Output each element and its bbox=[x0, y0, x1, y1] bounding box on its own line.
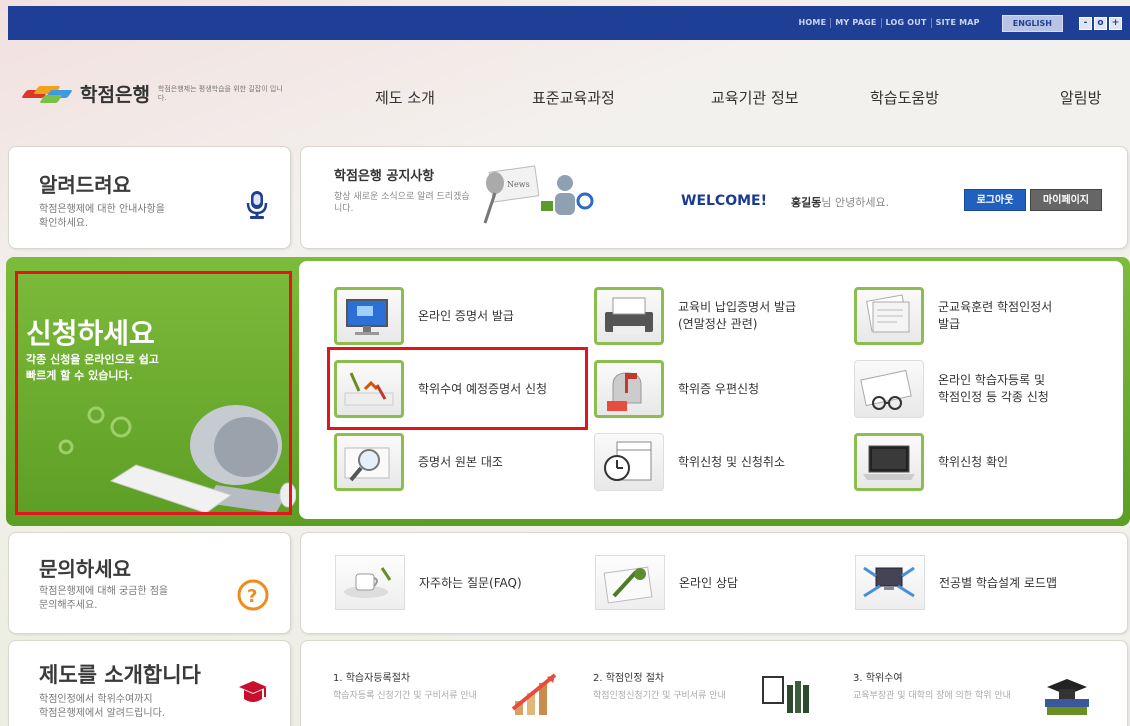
home-link[interactable]: HOME bbox=[795, 18, 832, 28]
step-degree-conferral[interactable]: 3. 학위수여 교육부장관 및 대학의 장에 의한 학위 안내 bbox=[853, 669, 1013, 703]
service-label: 증명서 원본 대조 bbox=[418, 454, 503, 469]
books-icon bbox=[762, 676, 809, 713]
service-diploma-mail[interactable]: 학위증 우편신청 bbox=[594, 360, 759, 418]
service-label: 군교육훈련 학점인정서 발급 bbox=[938, 300, 1053, 331]
welcome-message: 홍길동님 안녕하세요. bbox=[791, 194, 889, 210]
intro-card[interactable]: 제도를 소개합니다 학점인정에서 학위수여까지 학점은행제에서 알려드립니다. bbox=[8, 640, 291, 726]
service-learner-registration[interactable]: 온라인 학습자등록 및 학점인정 등 각종 신청 bbox=[854, 360, 1049, 418]
online-consult-link[interactable]: 온라인 상담 bbox=[595, 555, 738, 610]
service-online-certificate[interactable]: 온라인 증명서 발급 bbox=[334, 287, 514, 345]
step-desc: 학습자등록 신청기간 및 구비서류 안내 bbox=[333, 691, 477, 701]
contact-card-title: 문의하세요 bbox=[39, 557, 131, 581]
svg-text:News: News bbox=[507, 180, 530, 189]
pen-paper-icon bbox=[595, 555, 665, 610]
graduation-books-icon bbox=[1045, 679, 1089, 715]
document-glasses-icon bbox=[854, 360, 924, 418]
mypage-link[interactable]: MY PAGE bbox=[831, 18, 882, 28]
calendar-clock-icon bbox=[594, 433, 664, 491]
notice-card[interactable]: 알려드려요 학점은행제에 대한 안내사항을 확인하세요. bbox=[8, 146, 291, 249]
step-desc: 교육부장관 및 대학의 장에 의한 학위 안내 bbox=[853, 691, 1011, 701]
nav-learning-help[interactable]: 학습도움방 bbox=[870, 87, 939, 108]
contact-card[interactable]: 문의하세요 학점은행제에 대해 궁금한 점을 문의해주세요. ? bbox=[8, 532, 291, 634]
step-learner-registration[interactable]: 1. 학습자등록절차 학습자등록 신청기간 및 구비서류 안내 bbox=[333, 669, 493, 703]
utility-links: HOME MY PAGE LOG OUT SITE MAP bbox=[795, 18, 984, 28]
top-utility-bar: HOME MY PAGE LOG OUT SITE MAP ENGLISH - … bbox=[8, 6, 1130, 40]
zoom-out-icon[interactable]: - bbox=[1079, 16, 1092, 30]
printer-icon bbox=[594, 287, 664, 345]
welcome-heading: WELCOME! bbox=[681, 193, 767, 209]
zoom-reset-icon[interactable]: o bbox=[1094, 16, 1107, 30]
notice-card-desc-1: 학점은행제에 대한 안내사항을 bbox=[39, 204, 165, 215]
service-degree-check[interactable]: 학위신청 확인 bbox=[854, 433, 1008, 491]
logout-link[interactable]: LOG OUT bbox=[882, 18, 932, 28]
mypage-button[interactable]: 마이페이지 bbox=[1030, 189, 1102, 211]
step-credit-recognition[interactable]: 2. 학점인정 절차 학점인정신청기간 및 구비서류 안내 bbox=[593, 669, 753, 703]
monitor-icon bbox=[334, 287, 404, 345]
service-label: 온라인 학습자등록 및 학점인정 등 각종 신청 bbox=[938, 373, 1049, 404]
nav-system-intro[interactable]: 제도 소개 bbox=[375, 87, 435, 108]
faq-label: 자주하는 질문(FAQ) bbox=[419, 576, 522, 590]
network-computer-icon bbox=[855, 555, 925, 610]
notice-card-desc-2: 확인하세요. bbox=[39, 218, 89, 229]
service-degree-application[interactable]: 학위신청 및 신청취소 bbox=[594, 433, 785, 491]
highlight-degree-expected-box bbox=[327, 347, 588, 430]
intro-card-title: 제도를 소개합니다 bbox=[39, 663, 201, 687]
step-desc: 학점인정신청기간 및 구비서류 안내 bbox=[593, 691, 726, 701]
microphone-icon bbox=[246, 191, 268, 219]
logout-button[interactable]: 로그아웃 bbox=[964, 189, 1026, 211]
intro-card-desc-1: 학점인정에서 학위수여까지 bbox=[39, 694, 153, 705]
growth-chart-icon bbox=[511, 673, 557, 715]
notice-card-title: 알려드려요 bbox=[39, 173, 131, 197]
service-label: 학위증 우편신청 bbox=[678, 381, 760, 396]
roadmap-label: 전공별 학습설계 로드맵 bbox=[939, 576, 1058, 590]
announcement-card: 학점은행 공지사항 항상 새로운 소식으로 알려 드리겠습니다. News WE… bbox=[300, 146, 1128, 249]
nav-institution-info[interactable]: 교육기관 정보 bbox=[711, 87, 799, 108]
intro-card-desc-2: 학점은행제에서 알려드립니다. bbox=[39, 708, 165, 719]
step-title: 3. 학위수여 bbox=[853, 673, 903, 684]
magnifier-icon bbox=[334, 433, 404, 491]
announcement-desc: 항상 새로운 소식으로 알려 드리겠습니다. bbox=[334, 192, 470, 214]
nav-notice[interactable]: 알림방 bbox=[1060, 87, 1101, 108]
announcement-title[interactable]: 학점은행 공지사항 bbox=[334, 165, 434, 184]
step-title: 1. 학습자등록절차 bbox=[333, 673, 411, 684]
contact-card-desc-2: 문의해주세요. bbox=[39, 600, 98, 611]
intro-steps-card: 1. 학습자등록절차 학습자등록 신청기간 및 구비서류 안내 2. 학점인정 … bbox=[300, 640, 1128, 726]
service-military-credit[interactable]: 군교육훈련 학점인정서 발급 bbox=[854, 287, 1052, 345]
coffee-cup-icon bbox=[335, 555, 405, 610]
svg-text:?: ? bbox=[247, 586, 257, 607]
highlight-apply-box bbox=[15, 271, 292, 515]
english-button[interactable]: ENGLISH bbox=[1001, 14, 1063, 32]
service-label: 교육비 납입증명서 발급 (연말정산 관련) bbox=[678, 300, 797, 331]
graduation-cap-icon bbox=[239, 681, 267, 702]
service-label: 온라인 증명서 발급 bbox=[418, 308, 514, 323]
step-title: 2. 학점인정 절차 bbox=[593, 673, 665, 684]
user-name: 홍길동 bbox=[791, 196, 822, 209]
zoom-in-icon[interactable]: + bbox=[1109, 16, 1122, 30]
service-tuition-receipt[interactable]: 교육비 납입증명서 발급 (연말정산 관련) bbox=[594, 287, 796, 345]
main-navigation: 제도 소개 표준교육과정 교육기관 정보 학습도움방 알림방 bbox=[0, 87, 1130, 107]
news-microphone-icon: News bbox=[483, 165, 594, 224]
faq-link[interactable]: 자주하는 질문(FAQ) bbox=[335, 555, 522, 610]
sitemap-link[interactable]: SITE MAP bbox=[932, 18, 984, 28]
contact-links-card: 자주하는 질문(FAQ) 온라인 상담 전공별 학습설계 로드맵 bbox=[300, 532, 1128, 634]
documents-icon bbox=[854, 287, 924, 345]
nav-standard-curriculum[interactable]: 표준교육과정 bbox=[532, 87, 615, 108]
roadmap-link[interactable]: 전공별 학습설계 로드맵 bbox=[855, 555, 1057, 610]
contact-card-desc-1: 학점은행제에 대해 궁금한 점을 bbox=[39, 586, 169, 597]
mailbox-icon bbox=[594, 360, 664, 418]
service-label: 학위신청 확인 bbox=[938, 454, 1009, 469]
service-label: 학위신청 및 신청취소 bbox=[678, 454, 785, 469]
online-consult-label: 온라인 상담 bbox=[679, 576, 739, 590]
question-icon: ? bbox=[237, 579, 269, 611]
laptop-icon bbox=[854, 433, 924, 491]
greeting-suffix: 님 안녕하세요. bbox=[821, 196, 890, 209]
service-certificate-verification[interactable]: 증명서 원본 대조 bbox=[334, 433, 503, 491]
